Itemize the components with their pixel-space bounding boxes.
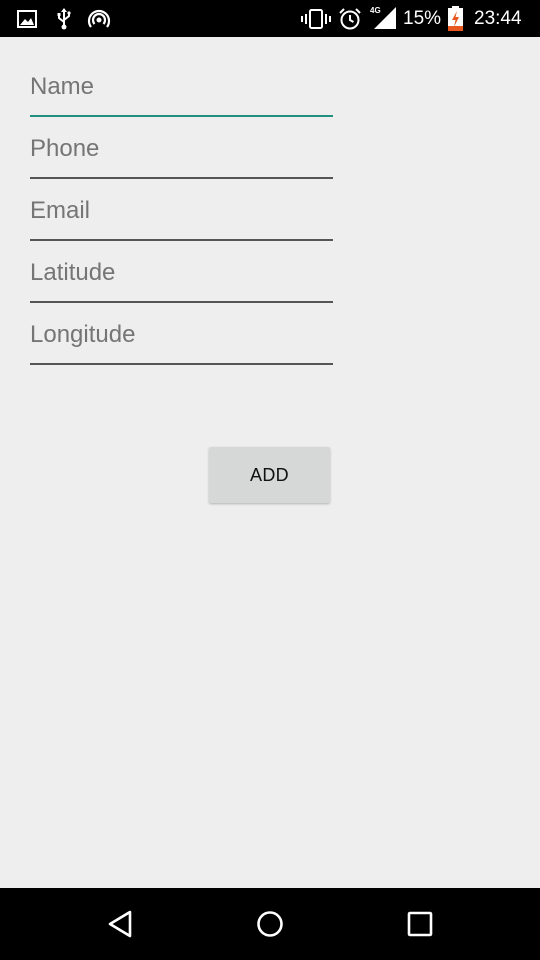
home-icon — [257, 911, 283, 937]
name-field[interactable] — [30, 60, 333, 114]
longitude-field-container — [30, 308, 333, 370]
latitude-field[interactable] — [30, 246, 333, 300]
latitude-field-underline — [30, 301, 333, 303]
clock: 23:44 — [474, 8, 522, 29]
add-button[interactable]: ADD — [209, 447, 330, 503]
longitude-field-underline — [30, 363, 333, 365]
back-icon — [108, 910, 132, 938]
phone-field[interactable] — [30, 122, 333, 176]
signal-icon — [372, 0, 398, 37]
status-bar: 4G 15% 23:44 — [0, 0, 540, 37]
recents-button[interactable] — [380, 888, 460, 960]
longitude-field[interactable] — [30, 308, 333, 362]
phone-field-underline — [30, 177, 333, 179]
usb-icon — [55, 0, 73, 37]
battery-percent: 15% — [403, 8, 442, 29]
back-button[interactable] — [80, 888, 160, 960]
image-icon — [17, 0, 37, 37]
email-field[interactable] — [30, 184, 333, 238]
hotspot-icon — [87, 0, 111, 37]
email-field-container — [30, 184, 333, 246]
phone-field-container — [30, 122, 333, 184]
recents-icon — [407, 911, 433, 937]
navigation-bar — [0, 888, 540, 960]
battery-charging-icon — [447, 0, 464, 37]
latitude-field-container — [30, 246, 333, 308]
home-button[interactable] — [230, 888, 310, 960]
alarm-icon — [338, 0, 362, 37]
name-field-underline — [30, 115, 333, 117]
contact-form — [30, 60, 333, 370]
vibrate-icon — [301, 0, 331, 37]
email-field-underline — [30, 239, 333, 241]
name-field-container — [30, 60, 333, 122]
